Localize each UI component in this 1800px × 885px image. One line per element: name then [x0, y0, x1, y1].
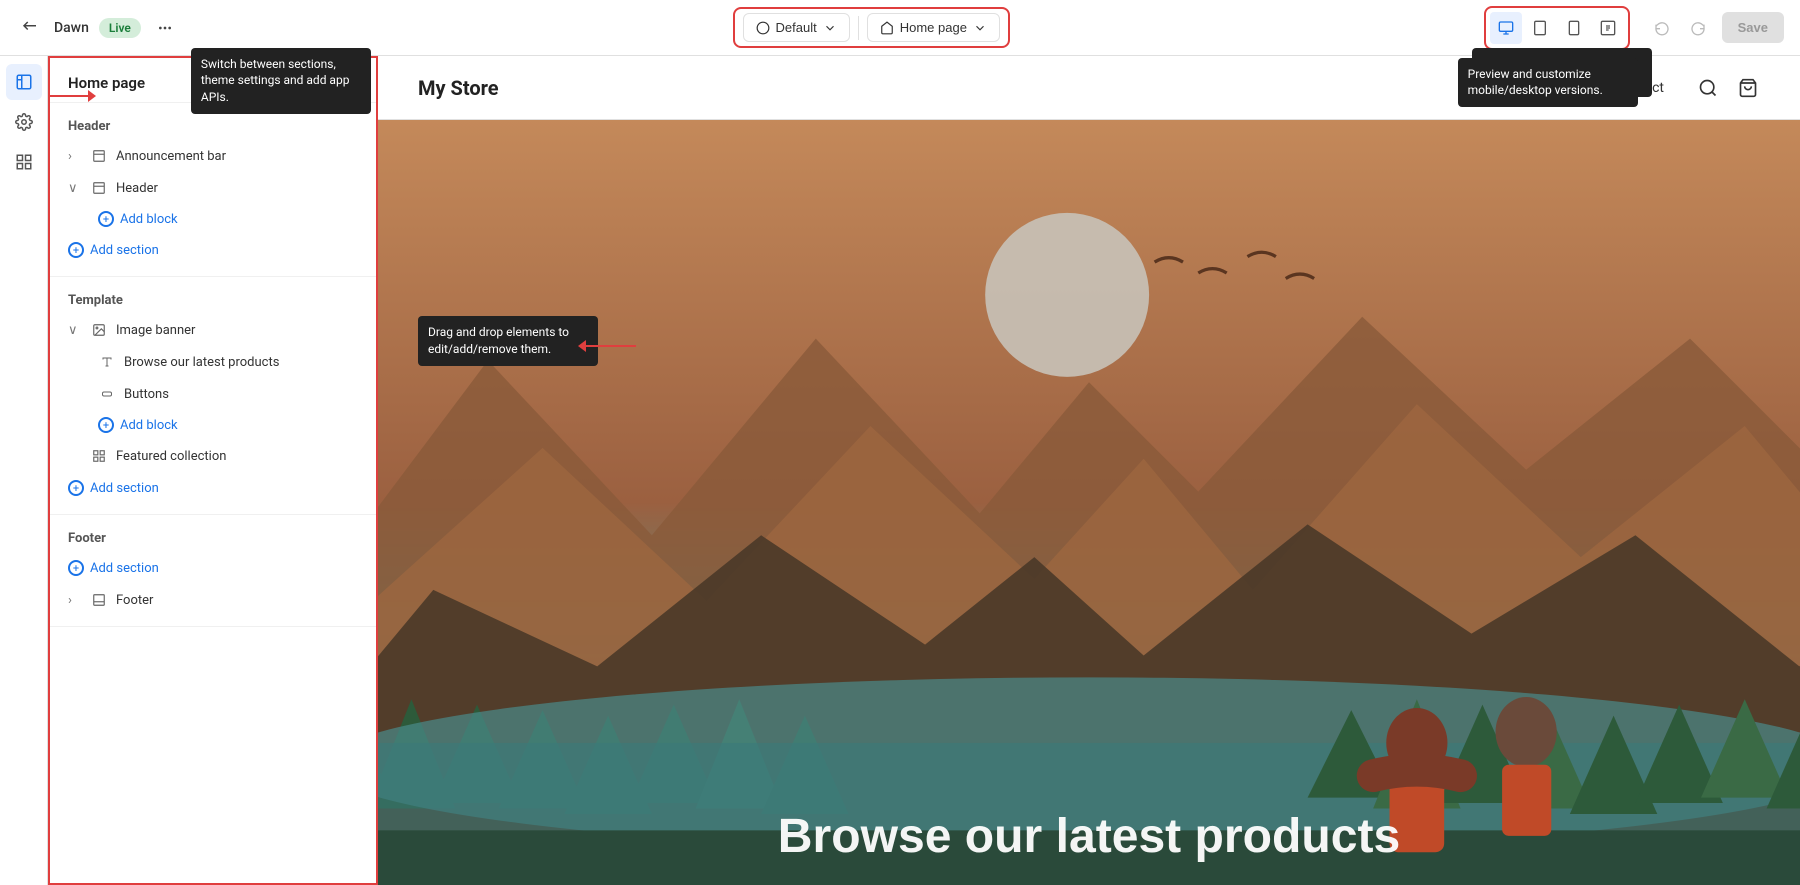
page-label: Home page	[900, 20, 967, 35]
plus-icon-2: +	[98, 417, 114, 433]
layout-icon	[90, 147, 108, 165]
svg-text:Browse our latest products: Browse our latest products	[778, 809, 1400, 863]
redo-button[interactable]	[1682, 12, 1714, 44]
undo-button[interactable]	[1646, 12, 1678, 44]
announcement-bar-item[interactable]: › Announcement bar	[50, 140, 376, 172]
sidebar-panel: Home page Header › Announcement bar ∨	[48, 56, 378, 885]
nav-right-icons	[1696, 76, 1760, 100]
text-icon	[98, 353, 116, 371]
back-button[interactable]	[16, 14, 44, 42]
device-controls	[1484, 6, 1630, 50]
template-add-block-button[interactable]: + Add block	[50, 410, 376, 440]
button-icon	[98, 385, 116, 403]
store-logo: My Store	[418, 76, 1449, 100]
footer-group-title: Footer	[50, 525, 376, 552]
template-add-block-label: Add block	[120, 418, 178, 433]
preview-mobile-tooltip: Preview and customize mobile/desktop ver…	[1458, 58, 1638, 108]
tablet-view-button[interactable]	[1524, 12, 1556, 44]
mobile-view-button[interactable]	[1558, 12, 1590, 44]
header-add-block-button[interactable]: + Add block	[50, 204, 376, 234]
preview-area: Drag and drop elements to edit/add/remov…	[378, 56, 1800, 885]
separator	[858, 16, 859, 40]
store-hero: Browse our latest products	[378, 120, 1800, 885]
embed-view-button[interactable]	[1592, 12, 1624, 44]
apps-icon-button[interactable]	[6, 144, 42, 180]
chevron-right-icon-2: ›	[68, 593, 82, 608]
plus-circle-icon: +	[68, 242, 84, 258]
layout-icon-2	[90, 179, 108, 197]
chevron-right-icon: ›	[68, 149, 82, 164]
store-preview: My Store Home Catalog Contact	[378, 56, 1800, 885]
grid-icon	[90, 447, 108, 465]
desktop-view-button[interactable]	[1490, 12, 1522, 44]
app-name: Dawn	[54, 20, 89, 36]
header-add-section-button[interactable]: + Add section	[50, 234, 376, 266]
chevron-down-icon-2: ∨	[68, 323, 82, 338]
image-banner-label: Image banner	[116, 323, 195, 338]
search-nav-icon[interactable]	[1696, 76, 1720, 100]
header-add-section-label: Add section	[90, 243, 159, 258]
arrow-annotation-sections	[48, 90, 96, 102]
undo-redo-controls	[1646, 12, 1714, 44]
top-bar-right: Preview and customize mobile/desktop ver…	[1484, 6, 1784, 50]
page-dropdown[interactable]: Home page	[867, 13, 1000, 42]
settings-icon-button[interactable]	[6, 104, 42, 140]
footer-label: Footer	[116, 593, 153, 608]
default-dropdown[interactable]: Default	[743, 13, 850, 42]
template-section-group: Template ∨ Image banner Bro	[50, 277, 376, 515]
featured-collection-item[interactable]: Featured collection	[50, 440, 376, 472]
sidebar-icon-strip	[0, 56, 48, 885]
browse-label: Browse our latest products	[124, 355, 279, 370]
footer-section-group: Footer + Add section › Footer	[50, 515, 376, 627]
header-section-group: Header › Announcement bar ∨ Header	[50, 103, 376, 277]
plus-circle-icon-3: +	[68, 560, 84, 576]
footer-add-section-label: Add section	[90, 561, 159, 576]
image-banner-item[interactable]: ∨ Image banner	[50, 314, 376, 346]
top-bar-left: Dawn Live	[16, 14, 179, 42]
drag-drop-tooltip: Drag and drop elements to edit/add/remov…	[418, 316, 598, 366]
top-bar: Dawn Live Switch between sections, theme…	[0, 0, 1800, 56]
cart-nav-icon[interactable]	[1736, 76, 1760, 100]
buttons-item[interactable]: Buttons	[50, 378, 376, 410]
featured-collection-label: Featured collection	[116, 449, 226, 464]
template-group-title: Template	[50, 287, 376, 314]
buttons-label: Buttons	[124, 387, 169, 402]
template-add-section-label: Add section	[90, 481, 159, 496]
footer-item[interactable]: › Footer	[50, 584, 376, 616]
live-badge: Live	[99, 18, 141, 38]
chevron-down-icon: ∨	[68, 181, 82, 196]
more-button[interactable]	[151, 14, 179, 42]
save-button[interactable]: Save	[1722, 12, 1784, 43]
default-label: Default	[776, 20, 817, 35]
view-selector: Default Home page	[733, 7, 1010, 48]
switch-sections-tooltip: Switch between sections, theme settings …	[191, 48, 371, 114]
footer-add-section-button[interactable]: + Add section	[50, 552, 376, 584]
image-icon	[90, 321, 108, 339]
header-item[interactable]: ∨ Header	[50, 172, 376, 204]
plus-icon: +	[98, 211, 114, 227]
header-label: Header	[116, 181, 158, 196]
sections-icon-button[interactable]	[6, 64, 42, 100]
announcement-bar-label: Announcement bar	[116, 149, 226, 164]
top-bar-center: Default Home page	[203, 7, 1540, 48]
drag-arrow	[578, 340, 636, 352]
footer-layout-icon	[90, 591, 108, 609]
template-add-section-button[interactable]: + Add section	[50, 472, 376, 504]
main-content: Home page Header › Announcement bar ∨	[0, 56, 1800, 885]
hero-illustration: Browse our latest products	[378, 120, 1800, 885]
browse-text-item[interactable]: Browse our latest products	[50, 346, 376, 378]
plus-circle-icon-2: +	[68, 480, 84, 496]
add-block-label: Add block	[120, 212, 178, 227]
header-group-title: Header	[50, 113, 376, 140]
